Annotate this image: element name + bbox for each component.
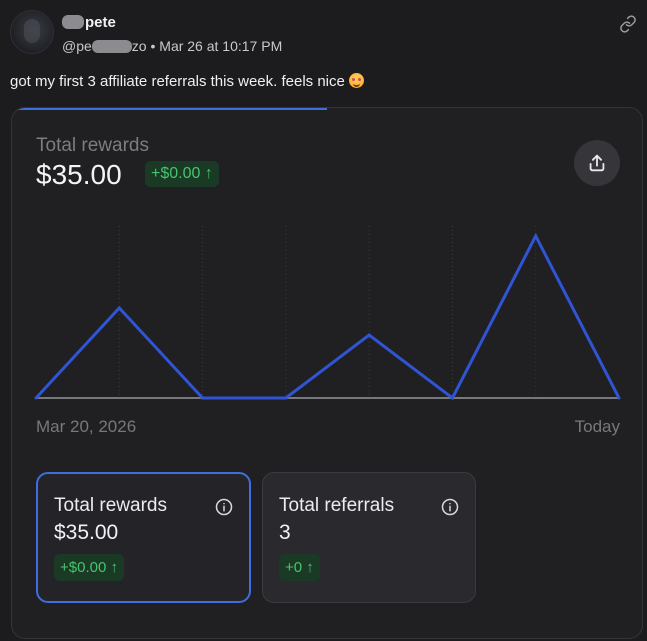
x-axis-start-label: Mar 20, 2026	[36, 417, 137, 436]
chart-data-point	[34, 396, 38, 400]
redaction-blur	[62, 15, 84, 29]
chart-data-point	[117, 306, 121, 310]
stat-card-total-rewards[interactable]: Total rewards $35.00 +$0.00 ↑	[36, 472, 251, 603]
handle-suffix[interactable]: zo	[132, 38, 147, 54]
chart-data-point	[284, 396, 288, 400]
post-header: pete @pe zo • Mar 26 at 10:17 PM	[10, 10, 637, 56]
chart-data-point	[450, 396, 454, 400]
chart-data-point	[367, 333, 371, 337]
stat-value: $35.00	[54, 521, 119, 544]
chart-data-point	[617, 396, 621, 400]
stat-change-badge: +$0.00 ↑	[54, 554, 124, 581]
post-timestamp[interactable]: • Mar 26 at 10:17 PM	[150, 38, 282, 54]
link-icon[interactable]	[619, 15, 637, 33]
stat-title: Total referrals	[279, 495, 395, 516]
display-name[interactable]: pete	[62, 14, 116, 31]
redaction-blur	[91, 40, 132, 53]
info-icon[interactable]	[215, 498, 233, 516]
post-text: got my first 3 affiliate referrals this …	[10, 73, 364, 90]
handle-prefix[interactable]: @pe	[62, 38, 92, 54]
post-meta: @pe zo • Mar 26 at 10:17 PM	[62, 38, 282, 54]
rewards-line-chart	[34, 226, 621, 401]
post-body: got my first 3 affiliate referrals this …	[10, 73, 345, 90]
smiling-face-with-hearts-emoji-icon	[348, 73, 364, 88]
chart-data-point	[201, 396, 205, 400]
chart-data-point	[534, 234, 538, 238]
rewards-card: Total rewards $35.00 +$0.00 ↑ Mar 20, 20…	[11, 107, 643, 639]
stat-change-badge: +0 ↑	[279, 554, 320, 581]
x-axis-end-label: Today	[574, 417, 620, 436]
stat-title: Total rewards	[54, 495, 167, 516]
avatar[interactable]	[10, 10, 54, 54]
display-name-text: pete	[85, 14, 116, 31]
stat-card-total-referrals[interactable]: Total referrals 3 +0 ↑	[262, 472, 476, 603]
chart-series-line	[34, 232, 621, 401]
info-icon[interactable]	[441, 498, 459, 516]
stat-value: 3	[279, 521, 291, 544]
